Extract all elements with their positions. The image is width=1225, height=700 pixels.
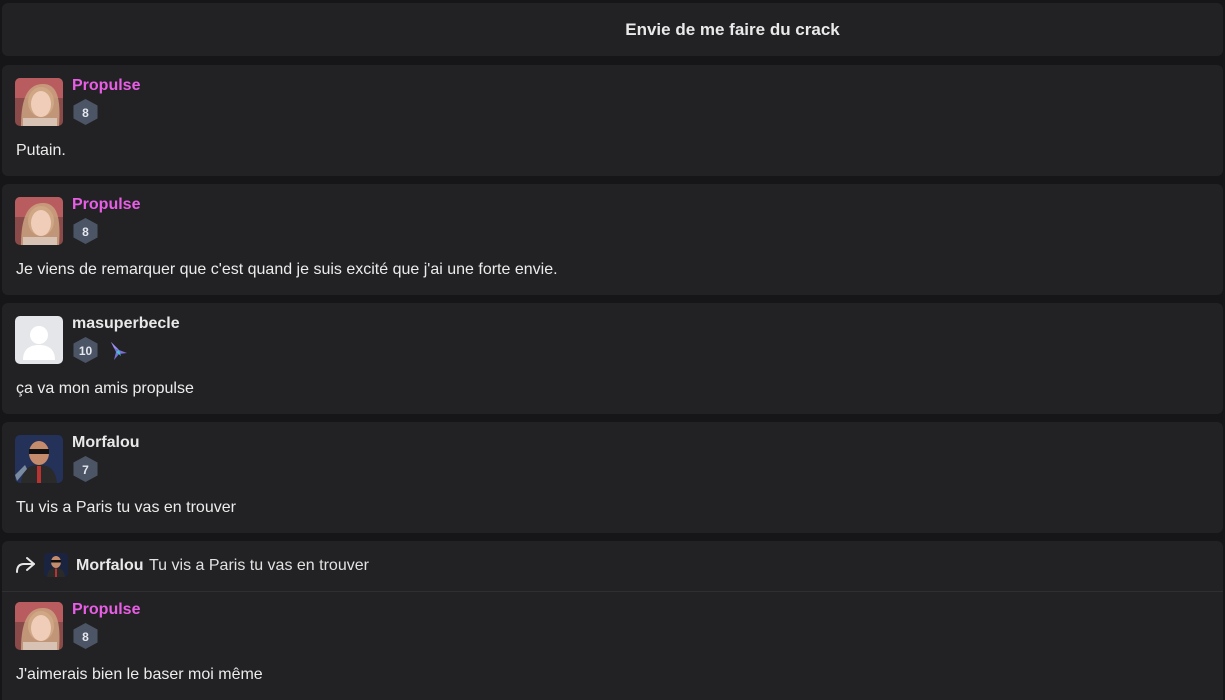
reply-arrow-icon	[14, 555, 36, 575]
level-badge: 8	[72, 98, 99, 126]
post-message: ça va mon amis propulse	[16, 380, 194, 397]
quote-avatar[interactable]	[44, 553, 68, 577]
quoted-reply[interactable]: Morfalou Tu vis a Paris tu vas en trouve…	[2, 541, 1223, 592]
post: Morfalou 7 Tu vis a Paris tu vas en trou…	[2, 422, 1223, 533]
topic-header: Envie de me faire du crack	[2, 3, 1223, 56]
avatar[interactable]	[15, 316, 63, 364]
username[interactable]: Morfalou	[72, 434, 140, 452]
post-message: Je viens de remarquer que c'est quand je…	[16, 261, 558, 278]
post: Morfalou Tu vis a Paris tu vas en trouve…	[2, 541, 1223, 700]
post-message: Tu vis a Paris tu vas en trouver	[16, 499, 236, 516]
username[interactable]: masuperbecle	[72, 315, 180, 333]
avatar[interactable]	[15, 435, 63, 483]
level-value: 8	[82, 106, 89, 120]
post: Propulse 8 Putain.	[2, 65, 1223, 176]
avatar[interactable]	[15, 197, 63, 245]
avatar[interactable]	[15, 78, 63, 126]
level-value: 8	[82, 225, 89, 239]
level-value: 8	[82, 630, 89, 644]
avatar[interactable]	[15, 602, 63, 650]
quote-username[interactable]: Morfalou	[76, 557, 144, 575]
username[interactable]: Propulse	[72, 196, 140, 214]
username[interactable]: Propulse	[72, 77, 140, 95]
post: masuperbecle 10 ça va mon amis propulse	[2, 303, 1223, 414]
post-message: Putain.	[16, 142, 66, 159]
hummingbird-icon	[107, 338, 131, 362]
level-value: 10	[78, 344, 93, 358]
level-value: 7	[82, 463, 89, 477]
level-badge: 7	[72, 455, 99, 483]
post-message: J'aimerais bien le baser moi même	[16, 666, 263, 683]
level-badge: 8	[72, 217, 99, 245]
level-badge: 10	[72, 336, 99, 364]
post: Propulse 8 Je viens de remarquer que c'e…	[2, 184, 1223, 295]
level-badge: 8	[72, 622, 99, 650]
topic-title: Envie de me faire du crack	[625, 20, 840, 39]
quote-text: Tu vis a Paris tu vas en trouver	[149, 557, 369, 574]
username[interactable]: Propulse	[72, 601, 140, 619]
